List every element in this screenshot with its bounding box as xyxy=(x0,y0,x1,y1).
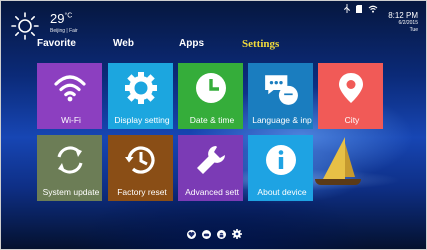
wifi-icon xyxy=(53,75,86,102)
usb-icon xyxy=(344,4,350,13)
sync-icon xyxy=(57,146,82,174)
category-tabs: Favorite Web Apps Settings xyxy=(1,38,426,52)
tab-settings[interactable]: Settings xyxy=(242,38,279,50)
clock-time: 8:12 PM xyxy=(388,11,418,20)
tile-advanced-settings[interactable]: Advanced sett xyxy=(178,135,243,201)
tile-factory-reset[interactable]: Factory reset xyxy=(108,135,173,201)
clock-ampm: PM xyxy=(406,11,418,20)
wallpaper-sail xyxy=(323,137,345,179)
clock-hours: 8:12 xyxy=(388,11,404,20)
tile-label: Factory reset xyxy=(117,187,167,197)
tile-city[interactable]: City xyxy=(318,63,383,129)
tile-label: System update xyxy=(42,187,100,197)
tab-web[interactable]: Web xyxy=(113,38,134,49)
chat-bubbles-icon xyxy=(264,75,298,105)
tile-label: Display setting xyxy=(114,115,170,125)
status-icons xyxy=(344,4,378,13)
tile-about-device[interactable]: About device xyxy=(248,135,313,201)
temperature-unit: °C xyxy=(64,12,73,20)
tile-wifi[interactable]: Wi-Fi xyxy=(37,63,102,129)
android-icon[interactable] xyxy=(217,229,226,239)
tile-date-time[interactable]: Date & time xyxy=(178,63,243,129)
info-icon xyxy=(265,145,296,175)
wallpaper-sail-back xyxy=(345,143,355,177)
clock-icon xyxy=(195,73,226,103)
tab-apps[interactable]: Apps xyxy=(179,38,204,49)
tile-language-input[interactable]: Language & inp xyxy=(248,63,313,129)
gear-icon[interactable] xyxy=(232,229,242,239)
wrench-icon xyxy=(196,146,225,174)
history-clock-icon xyxy=(124,146,155,174)
gamepad-icon[interactable] xyxy=(202,229,211,239)
tab-favorite[interactable]: Favorite xyxy=(37,38,76,49)
tile-label: Language & inp xyxy=(252,115,312,125)
tile-label: Wi-Fi xyxy=(61,115,81,125)
launcher-screen: 29°C Beijing | Fair 8:12 PM 6/2/2015 Tue… xyxy=(0,0,427,250)
bottom-dock xyxy=(187,229,242,239)
temperature-value: 29 xyxy=(50,11,65,26)
wifi-icon xyxy=(368,5,378,13)
clock-widget: 8:12 PM 6/2/2015 Tue xyxy=(388,11,418,33)
weather-location: Beijing | Fair xyxy=(50,28,78,34)
tile-label: About device xyxy=(257,187,307,197)
location-pin-icon xyxy=(338,73,363,103)
clock-date: 6/2/2015 xyxy=(398,20,418,26)
wallpaper-boat xyxy=(315,179,361,185)
tile-label: Advanced sett xyxy=(185,187,239,197)
tile-system-update[interactable]: System update xyxy=(37,135,102,201)
tile-display-settings[interactable]: Display setting xyxy=(108,63,173,129)
sd-card-icon xyxy=(356,4,362,13)
sun-icon xyxy=(11,12,39,40)
temperature: 29°C xyxy=(50,11,72,26)
heart-icon[interactable] xyxy=(187,229,196,239)
brightness-gear-icon xyxy=(124,72,157,104)
tile-label: City xyxy=(344,115,360,125)
clock-weekday: Tue xyxy=(409,27,418,33)
tile-label: Date & time xyxy=(189,115,235,125)
